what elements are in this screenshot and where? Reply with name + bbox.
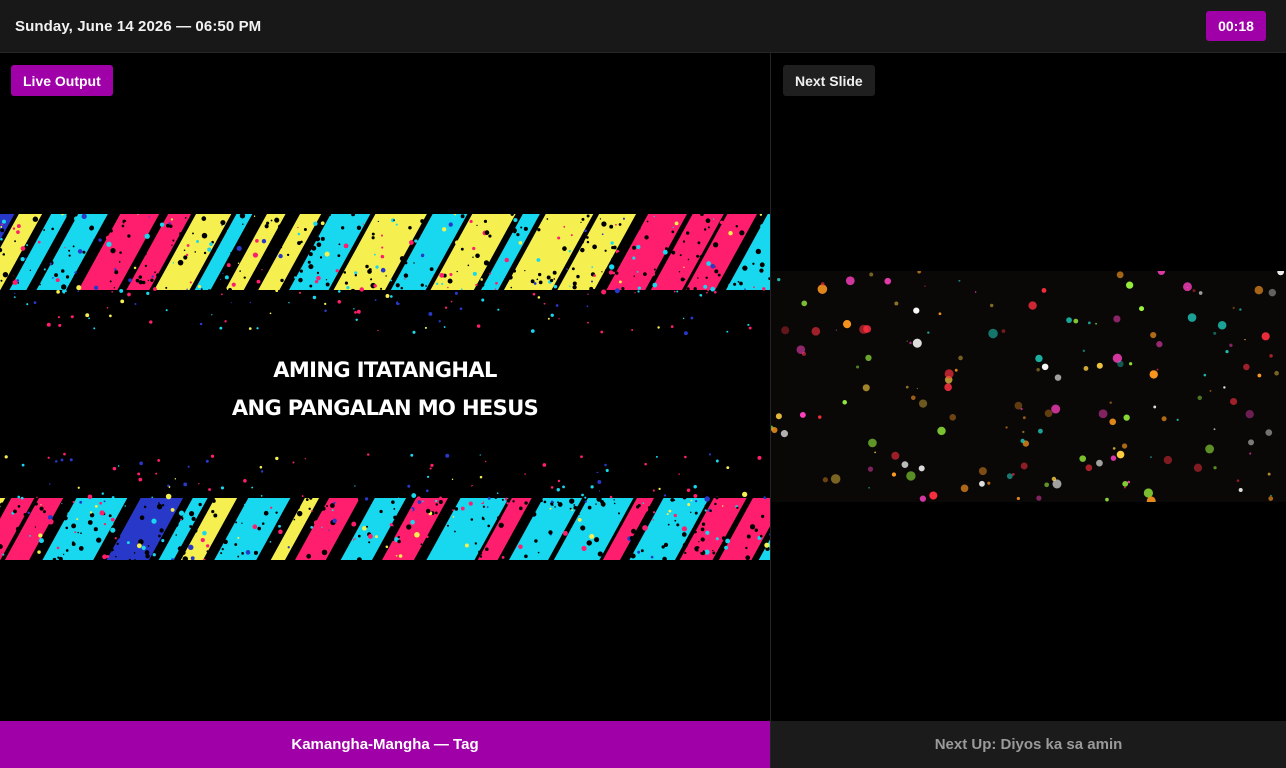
- lyric-line-1: AMING ITATANGHAL: [273, 358, 497, 382]
- next-up-bar: Next Up: Diyos ka sa amin: [771, 721, 1286, 768]
- next-slide-panel: Next Slide: [771, 53, 1286, 721]
- next-slide-preview[interactable]: [771, 271, 1286, 502]
- date-time-display: Sunday, June 14 2026 — 06:50 PM: [15, 18, 262, 35]
- live-output-panel: Live Output AMING ITATANGHAL ANG PANGALA…: [0, 53, 770, 721]
- top-bar: Sunday, June 14 2026 — 06:50 PM 00:18: [0, 0, 1286, 53]
- bokeh-particles-graphic: [771, 271, 1286, 502]
- live-slide-preview[interactable]: AMING ITATANGHAL ANG PANGALAN MO HESUS: [0, 214, 770, 560]
- neon-stripes-graphic: [0, 214, 770, 560]
- current-song-bar: Kamangha-Mangha — Tag: [0, 721, 770, 768]
- timer-badge[interactable]: 00:18: [1206, 11, 1266, 41]
- next-slide-badge: Next Slide: [783, 65, 875, 96]
- live-output-badge: Live Output: [11, 65, 113, 96]
- lyric-line-2: ANG PANGALAN MO HESUS: [231, 396, 539, 420]
